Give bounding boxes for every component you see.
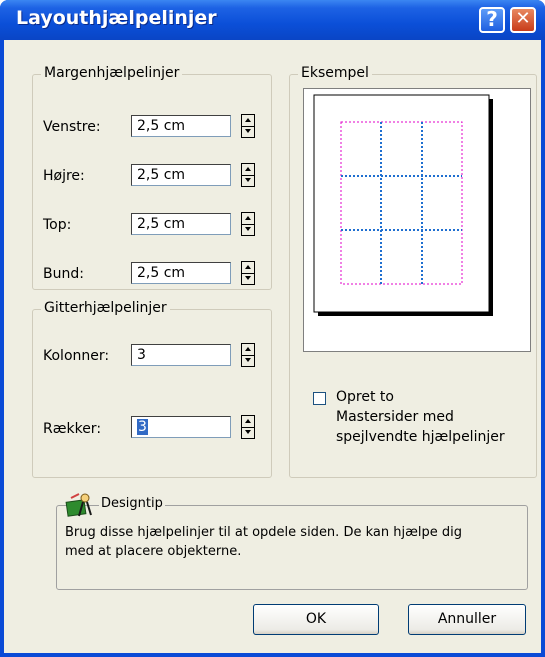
bottom-margin-label: Bund:: [43, 266, 84, 282]
example-group: Eksempel Opret to Mastersider med spejlv…: [289, 65, 537, 478]
top-margin-label: Top:: [43, 217, 72, 233]
example-legend: Eksempel: [298, 65, 372, 81]
rows-input[interactable]: 3: [131, 416, 231, 438]
window-title: Layouthjælpelinjer: [16, 7, 217, 29]
columns-spinner[interactable]: [241, 343, 255, 367]
title-bar[interactable]: Layouthjælpelinjer ? ✕: [0, 0, 545, 40]
left-margin-spinner[interactable]: [241, 114, 255, 138]
margin-guides-group: Margenhjælpelinjer Venstre: 2,5 cm Højre…: [32, 65, 272, 290]
right-margin-label: Højre:: [43, 168, 85, 184]
page-sheet: [313, 94, 490, 313]
rows-input-selection: 3: [137, 419, 148, 435]
left-margin-label: Venstre:: [43, 119, 101, 135]
design-tip-icon: [65, 492, 93, 518]
right-margin-spinner[interactable]: [241, 163, 255, 187]
cancel-button[interactable]: Annuller: [408, 604, 526, 635]
rows-spinner[interactable]: [241, 415, 255, 439]
grid-guides-legend: Gitterhjælpelinjer: [41, 300, 170, 316]
columns-label: Kolonner:: [43, 348, 110, 364]
rows-label: Rækker:: [43, 421, 102, 437]
page-preview-drawing: [313, 94, 493, 316]
top-margin-spinner[interactable]: [241, 212, 255, 236]
help-button[interactable]: ?: [479, 7, 505, 33]
dialog-body: Margenhjælpelinjer Venstre: 2,5 cm Højre…: [4, 40, 541, 653]
design-tip-title: Designtip: [99, 496, 165, 511]
spin-down-icon[interactable]: [242, 224, 254, 235]
left-margin-input[interactable]: 2,5 cm: [131, 115, 231, 137]
spin-down-icon[interactable]: [242, 126, 254, 137]
margin-guides-legend: Margenhjælpelinjer: [41, 65, 183, 81]
spin-down-icon[interactable]: [242, 175, 254, 186]
close-button[interactable]: ✕: [510, 7, 536, 33]
mirrored-guides-label-line2: Mastersider med: [336, 409, 454, 425]
bottom-margin-input[interactable]: 2,5 cm: [131, 262, 231, 284]
columns-input[interactable]: 3: [131, 344, 231, 366]
right-margin-input[interactable]: 2,5 cm: [131, 164, 231, 186]
top-margin-input[interactable]: 2,5 cm: [131, 213, 231, 235]
design-tip-text-line1: Brug disse hjælpelinjer til at opdele si…: [65, 525, 462, 540]
spin-down-icon[interactable]: [242, 355, 254, 366]
mirrored-guides-checkbox[interactable]: [313, 392, 326, 405]
bottom-margin-spinner[interactable]: [241, 261, 255, 285]
mirrored-guides-label-line1: Opret to: [336, 389, 394, 405]
spin-down-icon[interactable]: [242, 273, 254, 284]
page-preview: [303, 88, 531, 352]
spin-down-icon[interactable]: [242, 427, 254, 438]
design-tip-box: Designtip Brug disse hjælpelinjer til at…: [56, 493, 528, 590]
design-tip-text-line2: med at placere objekterne.: [65, 544, 242, 559]
ok-button[interactable]: OK: [253, 604, 379, 635]
grid-guides-group: Gitterhjælpelinjer Kolonner: 3 Rækker: 3: [32, 300, 272, 478]
dialog-window: Layouthjælpelinjer ? ✕ Margenhjælpelinje…: [0, 0, 545, 657]
mirrored-guides-label-line3: spejlvendte hjælpelinjer: [336, 429, 505, 445]
